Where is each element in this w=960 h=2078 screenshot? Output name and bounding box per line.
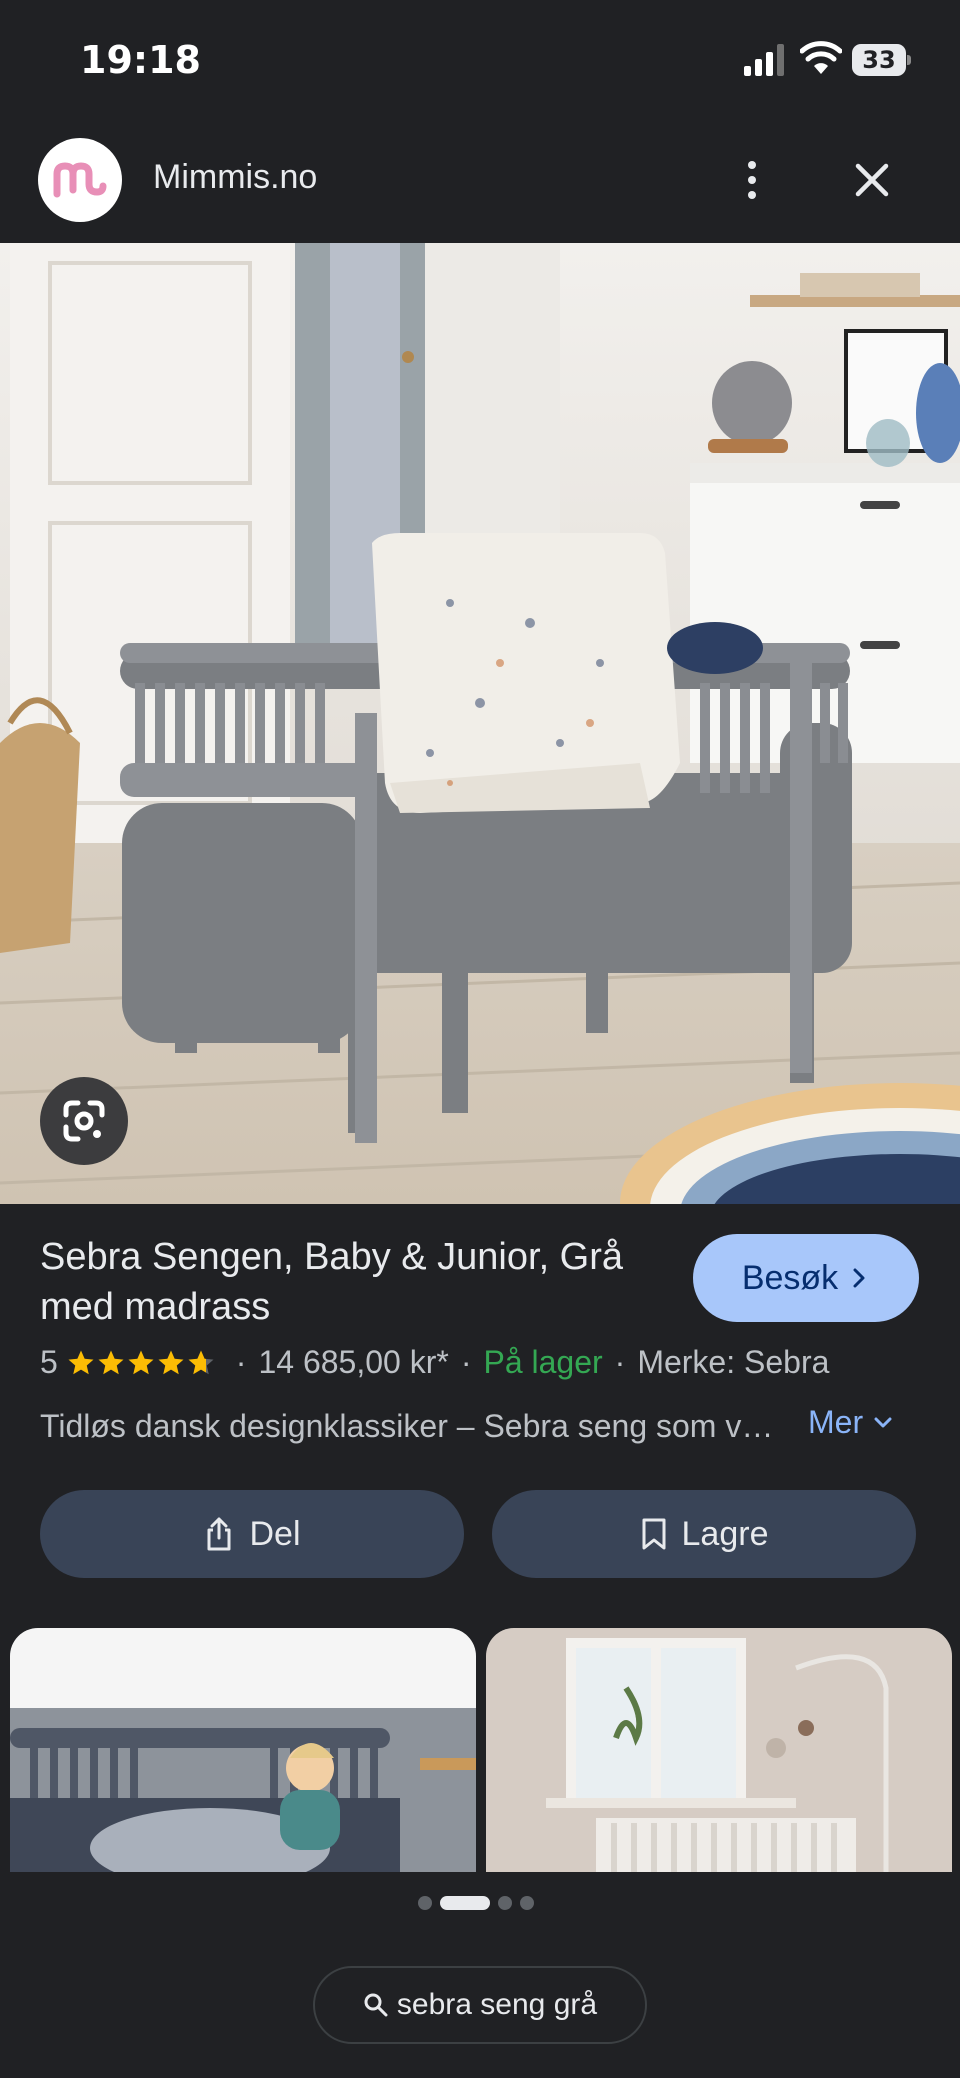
availability: På lager <box>483 1344 603 1380</box>
product-meta: 5 · 14 685,00 kr* · På lager · Merke: Se… <box>40 1344 830 1380</box>
source-header: Mimmis.no <box>0 130 960 240</box>
related-image-2[interactable] <box>486 1628 952 1872</box>
mimmis-logo-icon <box>53 162 107 198</box>
rating-value: 5 <box>40 1344 58 1380</box>
star-icon <box>68 1350 94 1374</box>
search-query-chip[interactable]: sebra seng grå <box>313 1966 647 2044</box>
price: 14 685,00 kr* <box>258 1344 449 1380</box>
lens-icon <box>63 1100 105 1142</box>
share-button[interactable]: Del <box>40 1490 464 1578</box>
product-image[interactable] <box>0 243 960 1204</box>
visit-label: Besøk <box>741 1258 839 1297</box>
related-image-1[interactable] <box>10 1628 476 1872</box>
battery-level: 33 <box>852 44 906 76</box>
wifi-icon <box>800 41 842 74</box>
crib-photo <box>0 243 960 1204</box>
share-label: Del <box>249 1514 301 1553</box>
more-options-button[interactable] <box>730 152 774 208</box>
save-button[interactable]: Lagre <box>492 1490 916 1578</box>
more-label: Mer <box>808 1404 864 1440</box>
star-icon <box>98 1350 124 1374</box>
star-rating <box>66 1348 216 1378</box>
star-icon <box>158 1350 184 1374</box>
junior-bed-photo <box>10 1628 476 1872</box>
site-name[interactable]: Mimmis.no <box>153 158 317 197</box>
save-label: Lagre <box>681 1514 769 1553</box>
visit-button[interactable]: Besøk <box>693 1234 919 1322</box>
site-logo[interactable] <box>38 138 122 222</box>
chevron-down-icon <box>874 1417 892 1427</box>
status-time: 19:18 <box>80 38 201 82</box>
share-icon <box>207 1517 231 1551</box>
product-description: Tidløs dansk designklassiker – Sebra sen… <box>40 1408 780 1444</box>
search-icon <box>364 1993 388 2017</box>
more-button[interactable]: Mer <box>808 1404 895 1441</box>
battery-icon: 33 <box>852 44 912 78</box>
brand: Merke: Sebra <box>637 1344 830 1380</box>
star-icon <box>128 1350 154 1374</box>
status-bar: 19:18 33 <box>0 0 960 120</box>
cellular-signal-icon <box>744 44 784 76</box>
search-query: sebra seng grå <box>396 1988 598 2021</box>
pager-dot <box>498 1896 512 1910</box>
pager-dot-active <box>440 1896 490 1910</box>
pager-dot <box>520 1896 534 1910</box>
product-title[interactable]: Sebra Sengen, Baby & Junior, Grå med mad… <box>40 1232 660 1332</box>
pager-dot <box>418 1896 432 1910</box>
google-lens-button[interactable] <box>40 1077 128 1165</box>
white-crib-photo <box>486 1628 952 1872</box>
chevron-right-icon <box>853 1268 865 1288</box>
carousel-pager <box>418 1896 534 1910</box>
half-star-icon <box>188 1350 214 1374</box>
close-icon[interactable] <box>848 156 896 204</box>
bookmark-icon <box>642 1518 666 1550</box>
